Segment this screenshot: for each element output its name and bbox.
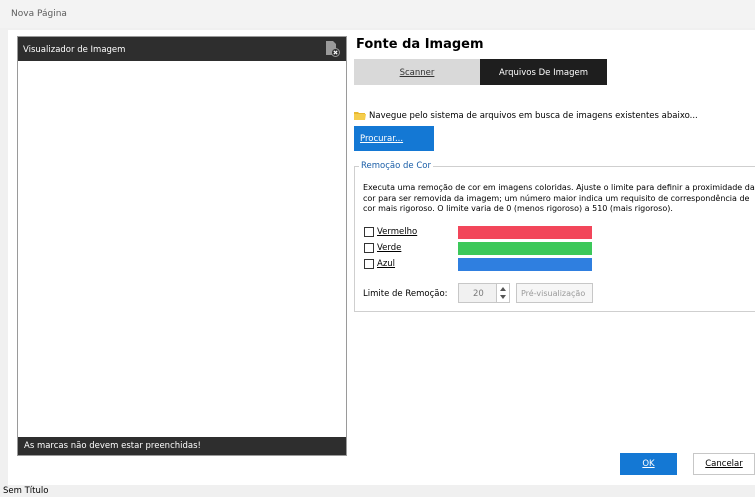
image-viewer-header: Visualizador de Imagem (18, 37, 346, 61)
limit-stepper[interactable]: 20 (458, 283, 510, 303)
image-viewer-title: Visualizador de Imagem (23, 45, 126, 55)
green-checkbox[interactable] (364, 243, 374, 253)
checkbox-blue[interactable]: Azul (364, 258, 395, 270)
ok-button-label: OK (642, 459, 655, 469)
red-checkbox[interactable] (364, 227, 374, 237)
window-title: Nova Página (0, 0, 755, 28)
green-label: Verde (377, 243, 402, 253)
red-swatch (458, 226, 592, 239)
color-removal-legend: Remoção de Cor (359, 161, 433, 171)
browse-button-label: Procurar... (360, 134, 404, 144)
cancel-button[interactable]: Cancelar (693, 453, 755, 475)
image-viewer-footer: As marcas não devem estar preenchidas! (18, 437, 346, 455)
page-title: Fonte da Imagem (356, 37, 484, 52)
tab-scanner[interactable]: Scanner (354, 59, 480, 85)
preview-button[interactable]: Pré-visualização (516, 283, 593, 303)
cancel-button-label: Cancelar (705, 459, 743, 469)
checkbox-red[interactable]: Vermelho (364, 226, 417, 238)
chevron-up-icon[interactable] (500, 287, 506, 291)
blue-label: Azul (377, 259, 396, 269)
stepper-buttons[interactable] (496, 284, 509, 302)
color-removal-description: Executa uma remoção de cor em imagens co… (363, 183, 755, 213)
browse-button[interactable]: Procurar... (354, 126, 434, 151)
clear-image-icon[interactable] (324, 40, 340, 57)
color-removal-group: Remoção de Cor Executa uma remoção de co… (354, 161, 755, 312)
chevron-down-icon[interactable] (500, 295, 506, 299)
limit-label: Limite de Remoção: (363, 289, 448, 299)
image-viewer: Visualizador de Imagem As marcas não dev… (17, 36, 347, 456)
red-label: Vermelho (377, 227, 418, 237)
status-bar: Sem Título (3, 486, 49, 496)
folder-icon (354, 112, 366, 120)
ok-button[interactable]: OK (620, 453, 677, 475)
blue-checkbox[interactable] (364, 259, 374, 269)
tab-image-files[interactable]: Arquivos De Imagem (480, 59, 607, 85)
blue-swatch (458, 258, 592, 271)
checkbox-green[interactable]: Verde (364, 242, 401, 254)
limit-value: 20 (473, 289, 484, 299)
tab-scanner-label: Scanner (399, 68, 435, 78)
green-swatch (458, 242, 592, 255)
browse-hint-text: Navegue pelo sistema de arquivos em busc… (369, 111, 698, 121)
image-source-panel: Fonte da Imagem Scanner Arquivos De Imag… (354, 30, 755, 485)
browse-hint: Navegue pelo sistema de arquivos em busc… (354, 110, 698, 121)
main-panel: Visualizador de Imagem As marcas não dev… (8, 30, 755, 485)
